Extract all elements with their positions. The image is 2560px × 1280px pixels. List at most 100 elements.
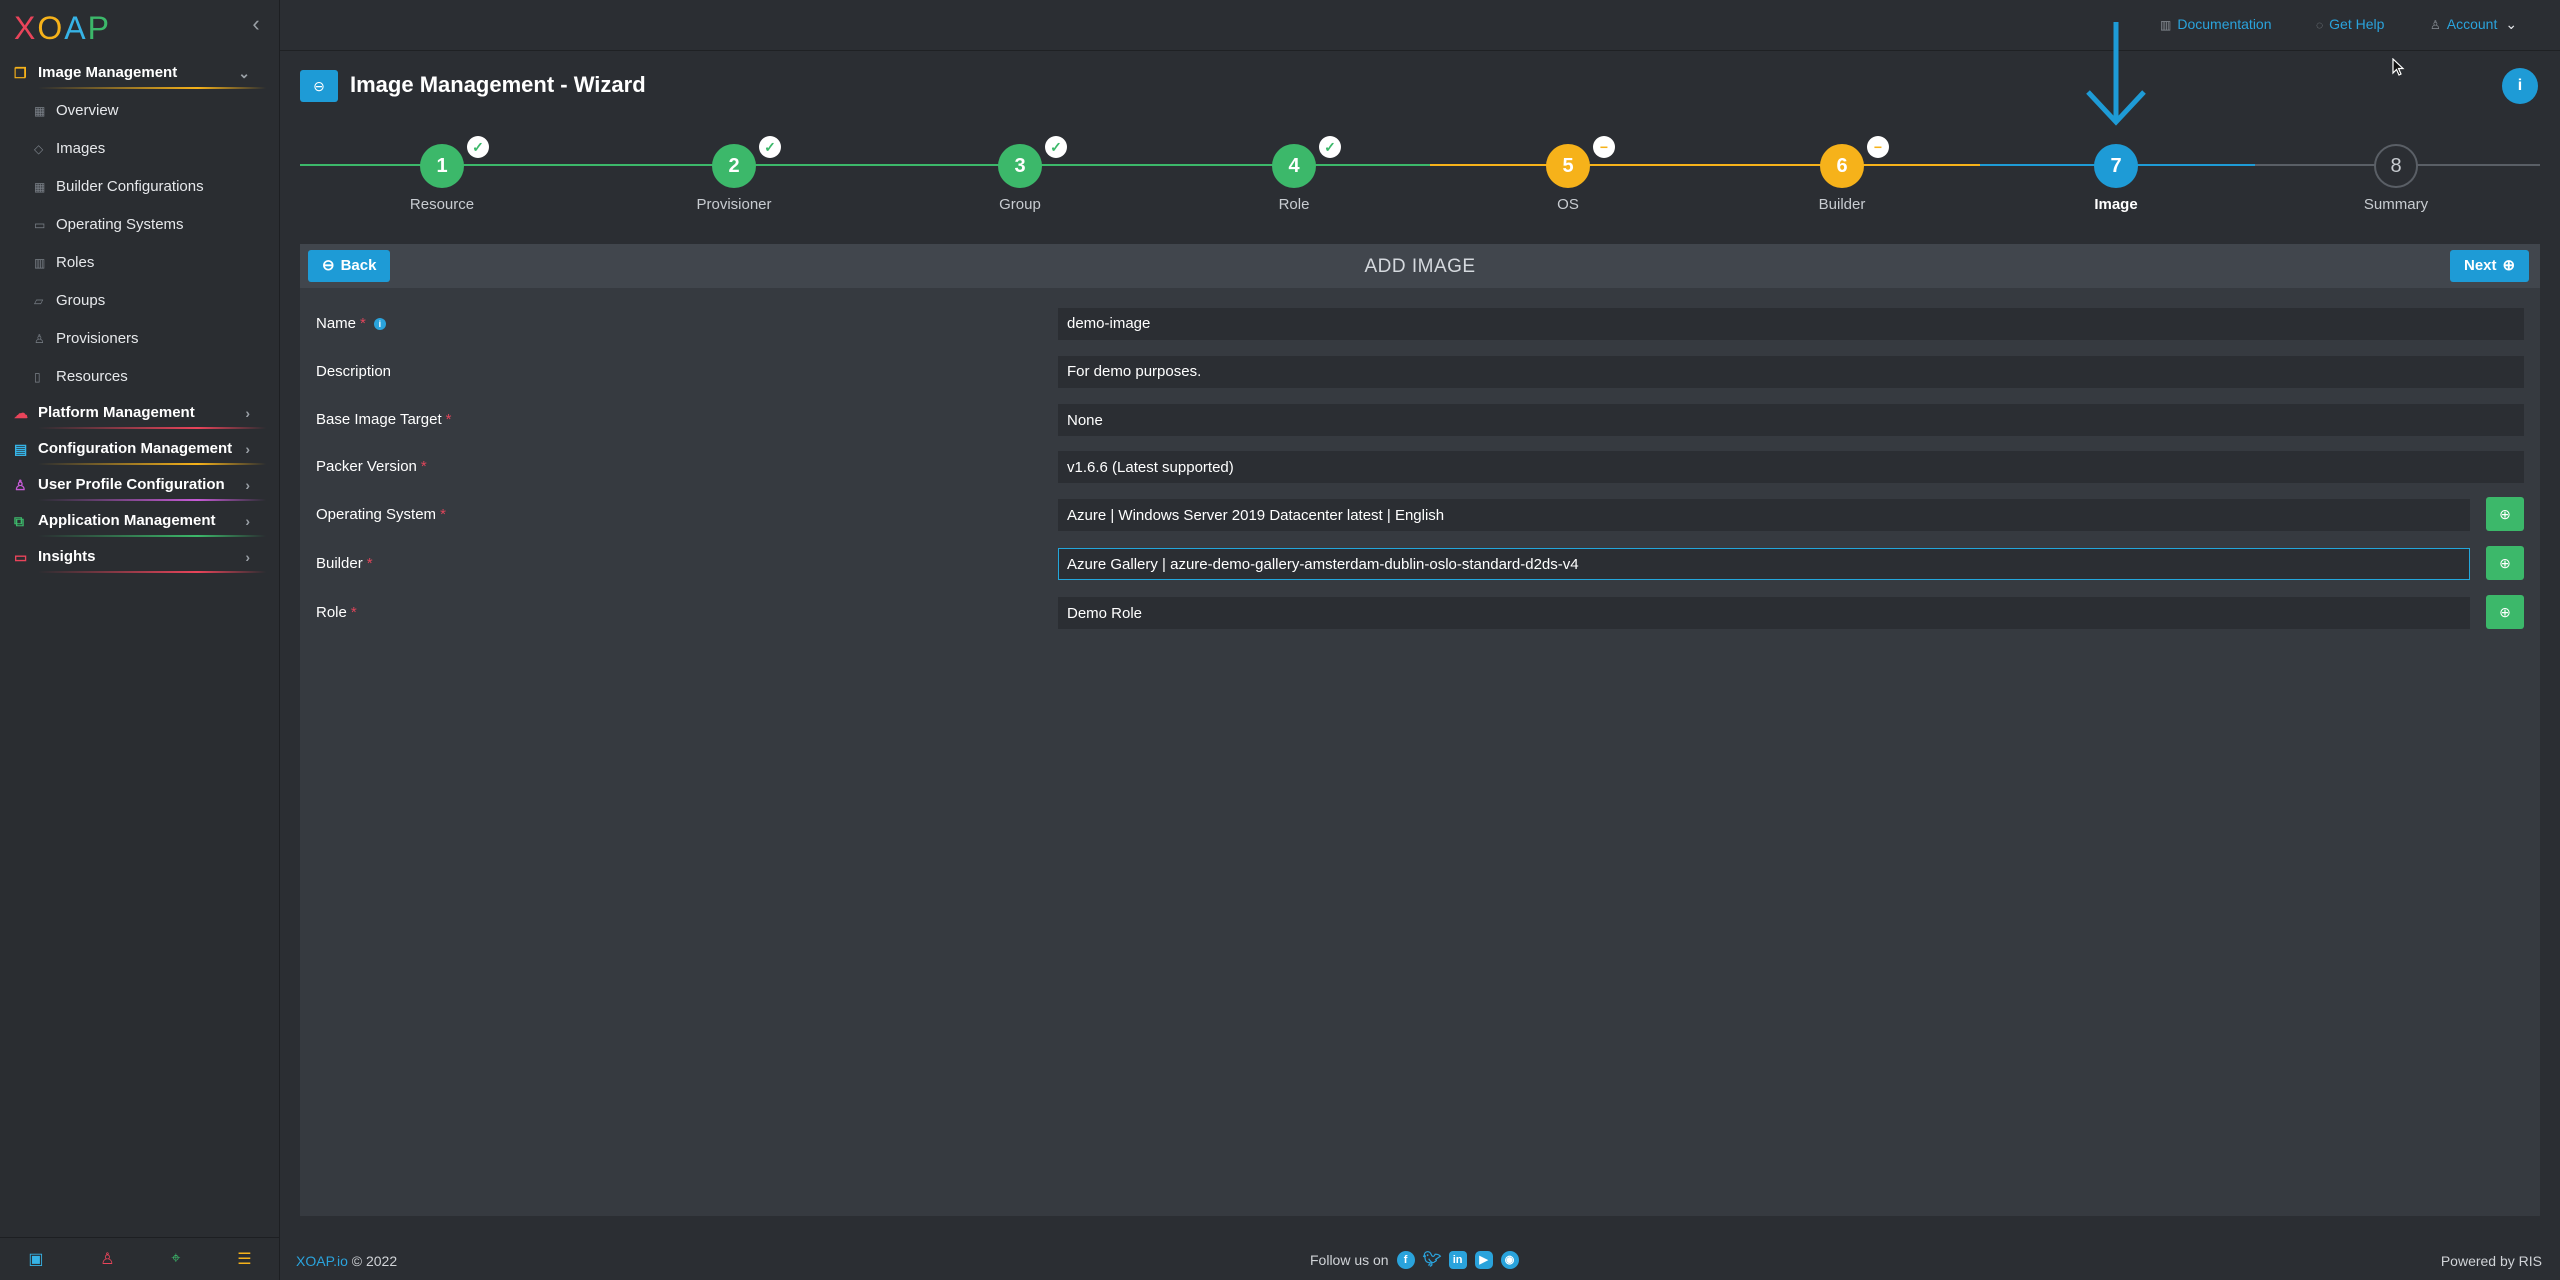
nav-section-label: Insights	[38, 548, 96, 565]
location-pin-icon[interactable]: ⌖	[171, 1250, 180, 1268]
info-button[interactable]: i	[2502, 68, 2538, 104]
step-number: 6	[1820, 144, 1864, 188]
operating-system-select[interactable]: Azure | Windows Server 2019 Datacenter l…	[1058, 499, 2470, 531]
name-input[interactable]	[1058, 308, 2524, 340]
add-image-panel: ⊖Back ADD IMAGE Next⊕ Name*i Description…	[300, 244, 2540, 1216]
book-icon: ▥	[34, 256, 46, 270]
next-button[interactable]: Next ⊕	[2450, 250, 2530, 282]
sidebar-item-images[interactable]: ◇ Images	[0, 130, 280, 168]
user-shortcut-icon[interactable]: ♙	[100, 1249, 114, 1269]
twitter-icon[interactable]: 🐦︎	[1423, 1251, 1442, 1269]
sidebar-item-operating-systems[interactable]: ▭ Operating Systems	[0, 206, 280, 244]
sidebar-item-groups[interactable]: ▱ Groups	[0, 282, 280, 320]
logo-letter: P	[87, 10, 111, 46]
image-management-shortcut-icon[interactable]: ▣	[28, 1249, 43, 1269]
section-underline	[38, 571, 266, 573]
nav-section-platform-management[interactable]: ☁ Platform Management ›	[0, 396, 280, 432]
documentation-link[interactable]: ▥ Documentation	[2160, 16, 2272, 32]
step-number: 7	[2094, 144, 2138, 188]
step-label: Image	[2094, 196, 2138, 213]
collapse-sidebar-chevron-icon[interactable]: ‹	[246, 12, 266, 36]
step-group[interactable]: 3 ✓ Group	[945, 136, 1095, 213]
check-icon: ✓	[759, 136, 781, 158]
step-summary[interactable]: 8 Summary	[2321, 144, 2471, 213]
plus-circle-icon: ⊕	[2499, 555, 2511, 571]
step-label: Provisioner	[696, 196, 772, 213]
nav-section-label: Configuration Management	[38, 440, 233, 457]
step-label: OS	[1557, 196, 1579, 213]
form-row-base-image-target: Base Image Target * None	[300, 402, 2540, 438]
grid-icon: ▦	[34, 180, 46, 194]
youtube-icon[interactable]: ▶	[1474, 1251, 1493, 1269]
step-resource[interactable]: 1 ✓ Resource	[367, 136, 517, 213]
nav-section-label: Platform Management	[38, 404, 195, 421]
add-role-button[interactable]: ⊕	[2486, 595, 2524, 629]
field-label: Description	[316, 354, 391, 390]
info-icon[interactable]: i	[373, 318, 386, 330]
nav-section-configuration-management[interactable]: ▤ Configuration Management ›	[0, 432, 280, 468]
sidebar-item-label: Operating Systems	[56, 216, 184, 233]
logo-letter: O	[37, 10, 65, 46]
list-icon[interactable]: ☰	[237, 1249, 251, 1269]
description-input[interactable]	[1058, 356, 2524, 388]
layers-icon: ▤	[14, 441, 28, 457]
check-icon: ✓	[1319, 136, 1341, 158]
user-icon: ♙	[14, 477, 27, 493]
field-label: Role *	[316, 595, 357, 631]
sidebar-item-label: Provisioners	[56, 330, 139, 347]
xoap-link[interactable]: XOAP.io	[296, 1253, 348, 1269]
page-back-button[interactable]: ⊖	[300, 70, 338, 102]
xoap-logo[interactable]: XOAP	[14, 10, 111, 47]
step-provisioner[interactable]: 2 ✓ Provisioner	[659, 136, 809, 213]
chevron-right-icon: ›	[245, 549, 250, 565]
step-label: Group	[999, 196, 1041, 213]
form-row-name: Name * i	[300, 306, 2540, 342]
step-number: 5	[1546, 144, 1590, 188]
plus-circle-icon: ⊕	[2499, 506, 2511, 522]
base-image-target-select[interactable]: None	[1058, 404, 2524, 436]
nav-section-application-management[interactable]: ⧉ Application Management ›	[0, 504, 280, 540]
chevron-right-icon: ›	[245, 513, 250, 529]
get-help-link[interactable]: ◌ Get Help	[2316, 16, 2384, 32]
sidebar-item-builder-configurations[interactable]: ▦ Builder Configurations	[0, 168, 280, 206]
linkedin-icon[interactable]: in	[1448, 1251, 1467, 1269]
info-icon: i	[2517, 77, 2523, 94]
form-row-role: Role * Demo Role ⊕	[300, 595, 2540, 631]
form-row-packer-version: Packer Version * v1.6.6 (Latest supported…	[300, 449, 2540, 485]
sidebar-item-resources[interactable]: ▯ Resources	[0, 358, 280, 396]
file-icon: ▯	[34, 370, 41, 384]
form-row-builder: Builder * Azure Gallery | azure-demo-gall…	[300, 546, 2540, 582]
sidebar-item-provisioners[interactable]: ♙ Provisioners	[0, 320, 280, 358]
logo-letter: A	[64, 10, 88, 46]
step-image[interactable]: 7 Image	[2041, 144, 2191, 213]
account-menu[interactable]: ♙ Account ⌄	[2430, 16, 2517, 33]
step-builder[interactable]: 6 − Builder	[1767, 136, 1917, 213]
plus-circle-icon: ⊕	[2499, 604, 2511, 620]
github-icon[interactable]: ◉	[1500, 1251, 1519, 1269]
sidebar-item-overview[interactable]: ▦ Overview	[0, 92, 280, 130]
book-icon: ▥	[2160, 18, 2172, 32]
minus-icon: −	[1867, 136, 1889, 158]
image-stack-icon: ❐	[14, 65, 27, 81]
required-asterisk: *	[360, 315, 366, 332]
sidebar-footer: ▣ ♙ ⌖ ☰	[0, 1237, 280, 1280]
sidebar-item-roles[interactable]: ▥ Roles	[0, 244, 280, 282]
builder-select[interactable]: Azure Gallery | azure-demo-gallery-amste…	[1058, 548, 2470, 580]
sidebar-nav: ❐ Image Management ⌄ ▦ Overview ◇ Images ▦…	[0, 56, 280, 576]
panel-header: ⊖ Back ADD IMAGE Next ⊕	[300, 244, 2540, 288]
step-os[interactable]: 5 − OS	[1493, 136, 1643, 213]
step-number: 8	[2374, 144, 2418, 188]
panel-title: ADD IMAGE	[1364, 256, 1476, 277]
role-select[interactable]: Demo Role	[1058, 597, 2470, 629]
facebook-icon[interactable]: f	[1396, 1251, 1415, 1269]
section-underline	[38, 463, 266, 465]
diamond-icon: ◇	[34, 142, 44, 156]
add-operating-system-button[interactable]: ⊕	[2486, 497, 2524, 531]
nav-section-image-management[interactable]: ❐ Image Management ⌄	[0, 56, 280, 92]
nav-section-user-profile-configuration[interactable]: ♙ User Profile Configuration ›	[0, 468, 280, 504]
step-role[interactable]: 4 ✓ Role	[1219, 136, 1369, 213]
packer-version-select[interactable]: v1.6.6 (Latest supported)	[1058, 451, 2524, 483]
add-builder-button[interactable]: ⊕	[2486, 546, 2524, 580]
step-number: 2	[712, 144, 756, 188]
nav-section-insights[interactable]: ▭ Insights ›	[0, 540, 280, 576]
